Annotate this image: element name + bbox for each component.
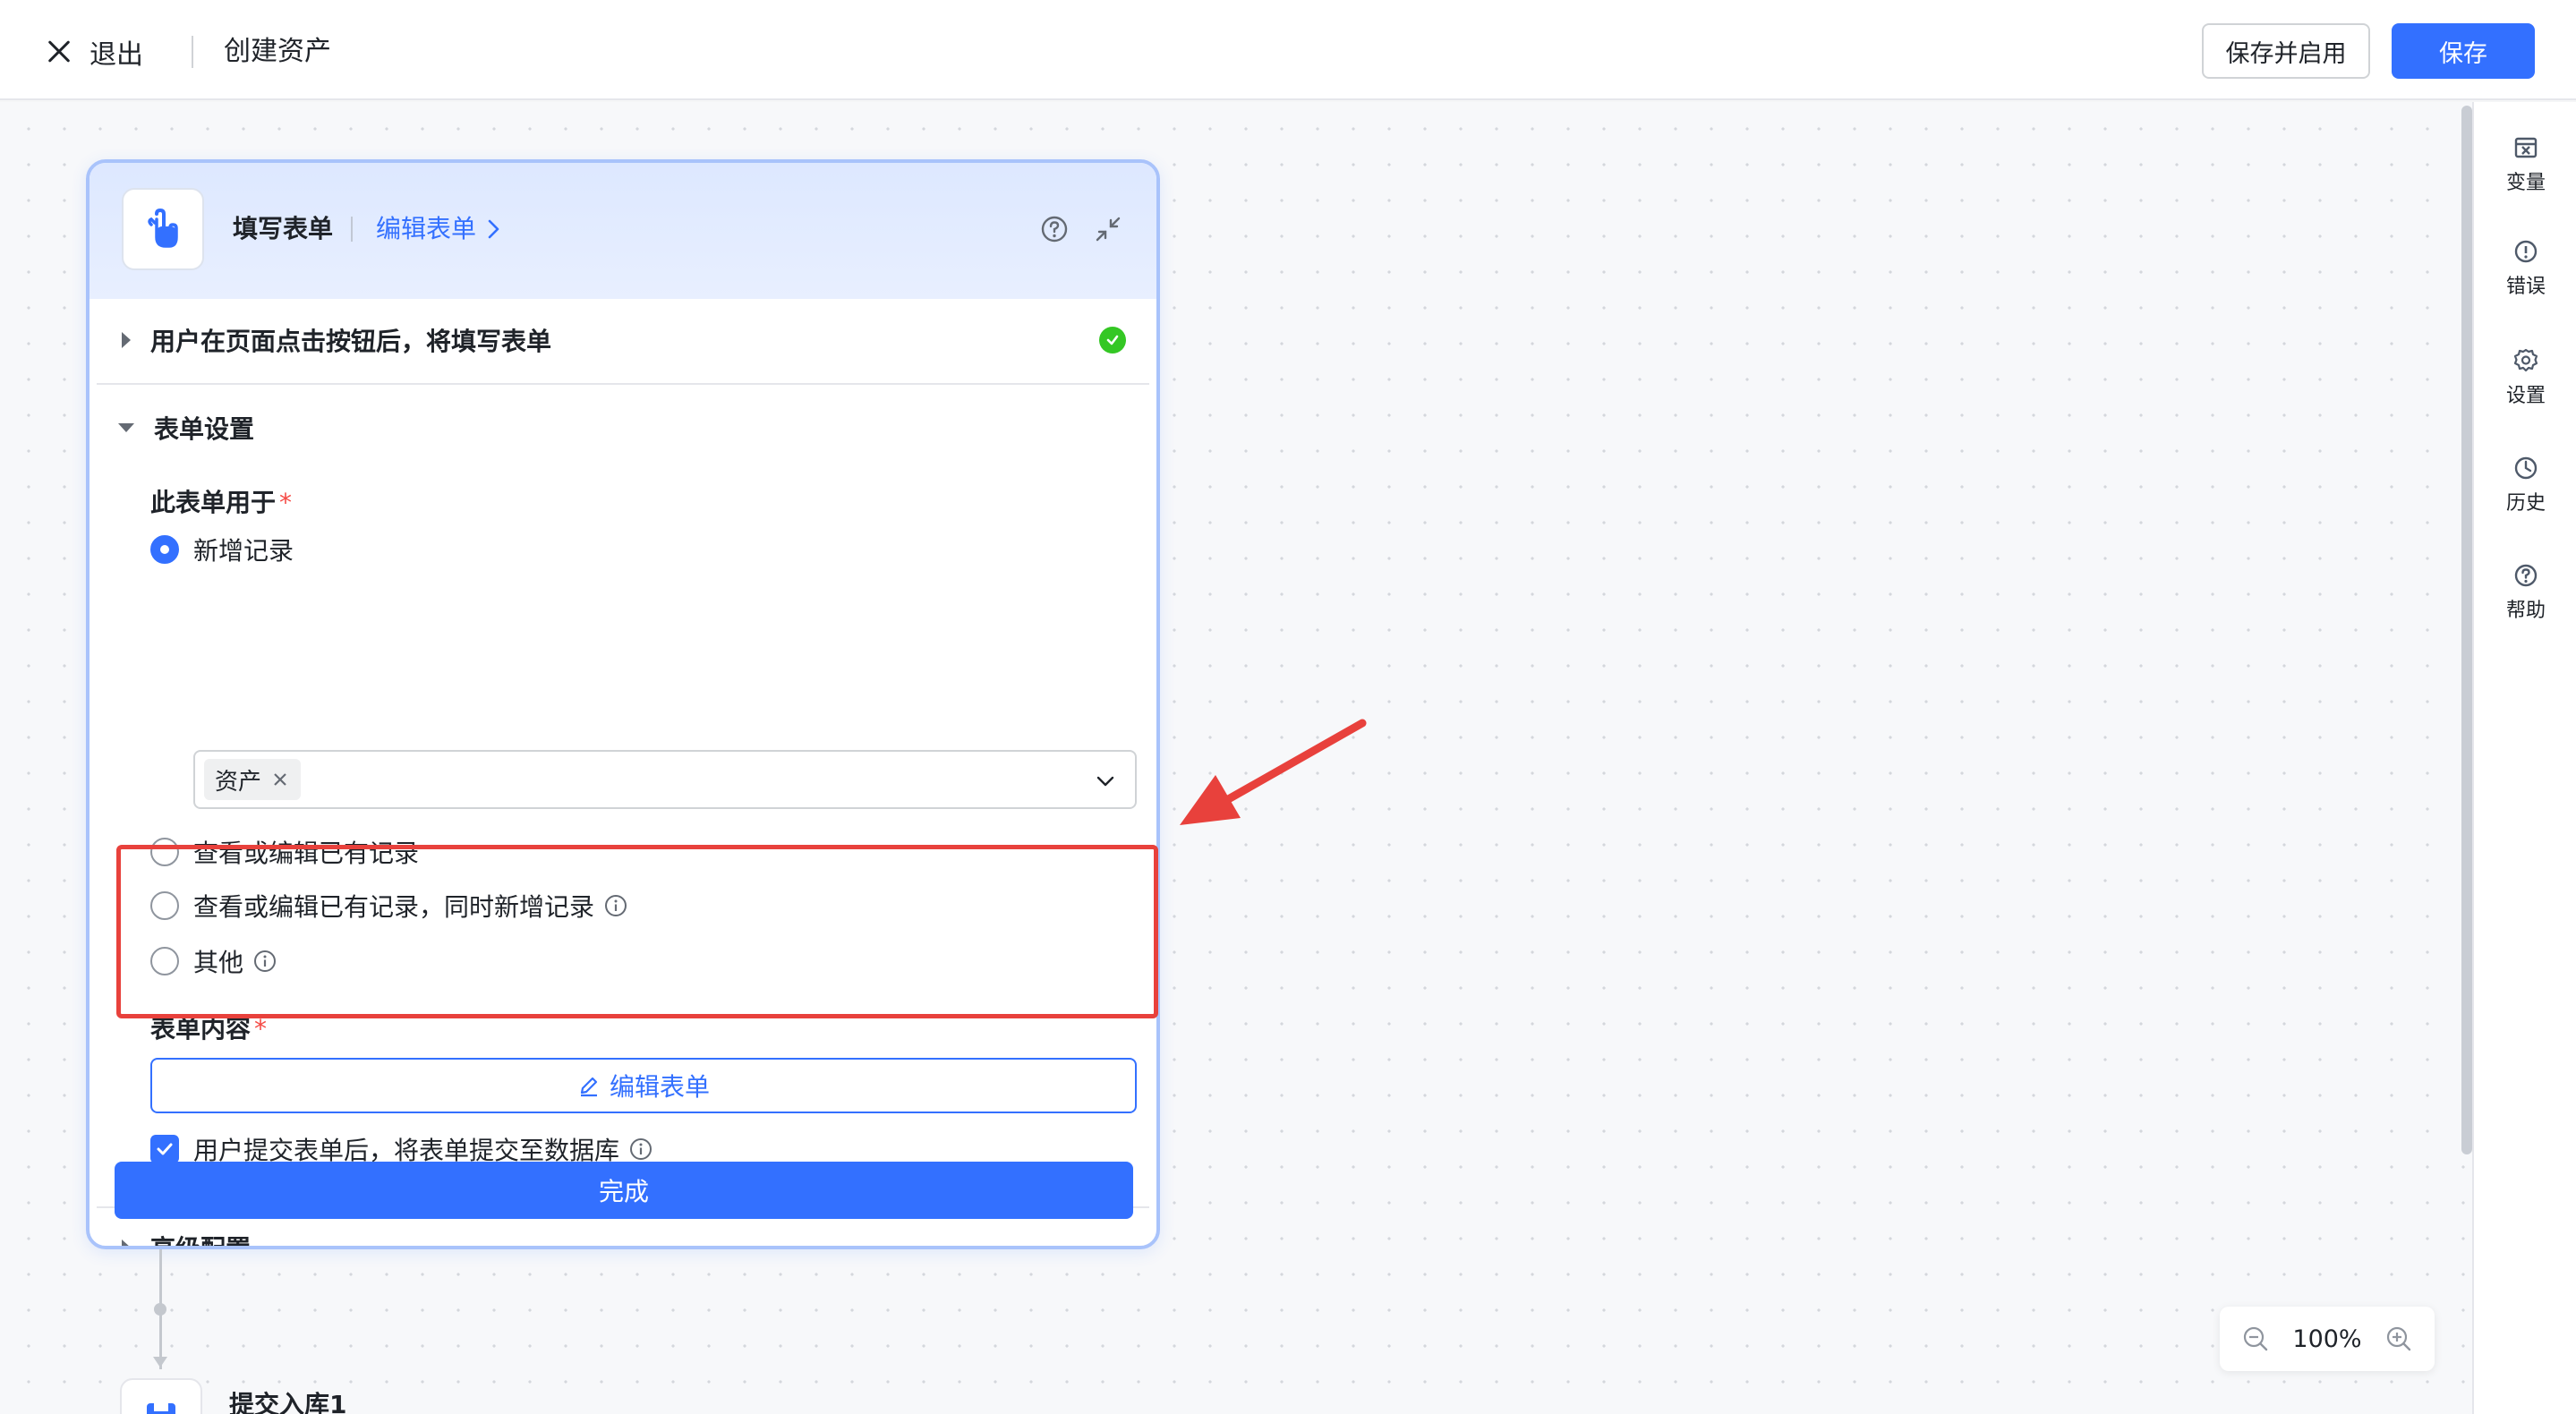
submit-node-label[interactable]: 提交入库1 — [229, 1385, 346, 1414]
right-sidebar: 变量 错误 设置 历史 帮助 — [2472, 102, 2576, 1414]
radio-view-edit-add[interactable]: 查看或编辑已有记录，同时新增记录 — [150, 888, 628, 924]
checkbox-checked[interactable] — [150, 1135, 179, 1163]
title-divider — [192, 36, 193, 68]
help-icon[interactable] — [1038, 213, 1070, 245]
close-icon — [41, 34, 77, 70]
chevron-down-icon — [1096, 776, 1114, 787]
gear-icon — [2513, 348, 2538, 372]
rail-label: 历史 — [2505, 492, 2546, 515]
caret-down-icon — [118, 423, 134, 432]
caret-right-icon — [122, 1239, 131, 1246]
exit-label: 退出 — [90, 39, 143, 71]
form-settings-header[interactable]: 表单设置 — [97, 410, 1149, 446]
radio-label: 新增记录 — [193, 536, 294, 566]
info-icon[interactable] — [628, 1137, 653, 1162]
zoom-out-icon[interactable] — [2241, 1325, 2270, 1353]
form-settings-label: 表单设置 — [154, 414, 255, 444]
node-header: 填写表单 编辑表单 — [90, 163, 1156, 299]
form-content-label: 表单内容 * — [150, 1009, 267, 1045]
edit-form-link-label: 编辑表单 — [376, 214, 477, 243]
radio-view-edit[interactable]: 查看或编辑已有记录 — [150, 834, 419, 870]
trigger-section-header[interactable]: 用户在页面点击按钮后，将填写表单 — [97, 322, 1149, 358]
collapse-icon[interactable] — [1092, 213, 1124, 245]
divider — [97, 383, 1149, 385]
radio-other[interactable]: 其他 — [150, 943, 277, 979]
top-bar: 退出 创建资产 保存并启用 保存 — [0, 0, 2576, 100]
exit-button[interactable]: 退出 — [41, 32, 143, 72]
edit-form-button[interactable]: 编辑表单 — [150, 1058, 1137, 1113]
header-divider — [351, 217, 353, 242]
rail-item-variables[interactable]: 变量 — [2474, 134, 2576, 215]
submit-node-icon[interactable] — [120, 1378, 202, 1414]
connector-dot[interactable] — [154, 1303, 166, 1316]
zoom-in-icon[interactable] — [2384, 1325, 2413, 1353]
edit-form-button-label: 编辑表单 — [609, 1072, 710, 1102]
zoom-value: 100% — [2292, 1325, 2362, 1353]
rail-label: 错误 — [2505, 276, 2546, 298]
rail-item-history[interactable]: 历史 — [2474, 455, 2576, 535]
required-mark: * — [254, 1014, 268, 1043]
advanced-section-label: 高级配置 — [150, 1234, 252, 1249]
radio-label: 查看或编辑已有记录，同时新增记录 — [193, 892, 595, 922]
info-icon[interactable] — [252, 949, 277, 974]
node-icon — [122, 188, 204, 270]
advanced-section-header[interactable]: 高级配置 — [97, 1230, 1149, 1249]
usage-label-text: 此表单用于 — [150, 488, 277, 517]
node-body: 用户在页面点击按钮后，将填写表单 表单设置 此表单用于 * 新增记录 资产 查看… — [97, 299, 1149, 1246]
table-select[interactable]: 资产 — [193, 750, 1137, 809]
radio-label: 查看或编辑已有记录 — [193, 839, 420, 868]
database-save-icon — [147, 1403, 175, 1414]
help-icon — [2514, 564, 2538, 587]
connector-arrow — [153, 1357, 167, 1367]
radio-label: 其他 — [193, 948, 244, 977]
remove-tag-icon[interactable] — [270, 770, 290, 789]
done-button[interactable]: 完成 — [115, 1162, 1133, 1219]
radio-new-record[interactable]: 新增记录 — [150, 532, 294, 567]
canvas-scrollbar[interactable] — [2461, 106, 2472, 1154]
radio-button[interactable] — [150, 838, 179, 866]
caret-right-icon — [122, 332, 131, 348]
error-icon — [2514, 240, 2538, 263]
selected-tag-label: 资产 — [215, 768, 262, 796]
rail-label: 变量 — [2505, 172, 2546, 194]
rail-label: 帮助 — [2505, 600, 2546, 622]
rail-item-help[interactable]: 帮助 — [2474, 562, 2576, 643]
radio-button[interactable] — [150, 947, 179, 975]
rail-item-errors[interactable]: 错误 — [2474, 238, 2576, 319]
pencil-icon — [580, 1077, 598, 1097]
history-icon — [2514, 456, 2538, 480]
edit-form-link[interactable]: 编辑表单 — [376, 211, 503, 247]
radio-button[interactable] — [150, 891, 179, 920]
save-and-enable-button[interactable]: 保存并启用 — [2202, 23, 2370, 79]
required-mark: * — [279, 488, 293, 517]
page-title: 创建资产 — [224, 36, 331, 67]
annotation-arrow-icon — [1180, 719, 1367, 825]
save-button[interactable]: 保存 — [2392, 23, 2535, 79]
usage-label: 此表单用于 * — [150, 483, 292, 519]
node-title: 填写表单 — [233, 214, 334, 243]
selected-tag: 资产 — [204, 759, 302, 800]
chevron-right-icon — [488, 219, 499, 239]
radio-button[interactable] — [150, 535, 179, 564]
success-check-icon — [1099, 327, 1126, 354]
info-icon[interactable] — [603, 893, 628, 918]
trigger-section-label: 用户在页面点击按钮后，将填写表单 — [150, 327, 552, 356]
fill-form-node: 填写表单 编辑表单 用户在页面点击按钮后，将填写表单 表单设置 此表单用于 * … — [86, 159, 1160, 1249]
form-content-label-text: 表单内容 — [150, 1014, 252, 1043]
zoom-control: 100% — [2220, 1307, 2435, 1371]
variable-icon — [2514, 137, 2538, 158]
rail-item-settings[interactable]: 设置 — [2474, 347, 2576, 428]
hand-pointer-icon — [148, 208, 178, 248]
rail-label: 设置 — [2505, 385, 2546, 407]
